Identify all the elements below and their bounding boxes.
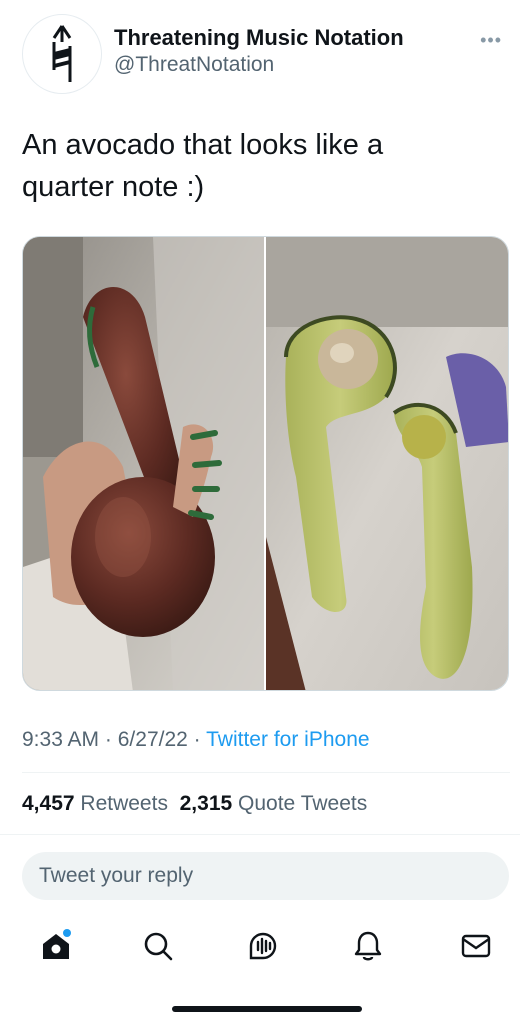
tweet-metadata: 9:33 AM · 6/27/22 · Twitter for iPhone xyxy=(22,726,370,754)
messages-icon[interactable] xyxy=(456,926,496,966)
meta-separator: · xyxy=(104,728,112,751)
natural-sign-logo-icon xyxy=(52,25,72,82)
tweet-media[interactable] xyxy=(22,236,509,691)
tweet-stats: 4,457 Retweets 2,315 Quote Tweets xyxy=(22,790,367,818)
avocado-whole-photo[interactable] xyxy=(23,237,264,690)
avatar[interactable] xyxy=(22,14,102,94)
divider xyxy=(22,772,510,773)
retweets-label: Retweets xyxy=(80,792,168,815)
meta-separator: · xyxy=(193,728,201,751)
retweets-count: 4,457 xyxy=(22,792,75,815)
notification-dot xyxy=(63,929,71,937)
notifications-icon[interactable] xyxy=(348,926,388,966)
avocado-halved-photo[interactable] xyxy=(266,237,508,690)
divider xyxy=(0,834,520,835)
display-name[interactable]: Threatening Music Notation xyxy=(114,24,404,52)
spaces-icon[interactable] xyxy=(243,926,283,966)
home-indicator xyxy=(172,1006,362,1012)
more-options-icon[interactable]: ••• xyxy=(480,30,502,51)
quote-tweets-count: 2,315 xyxy=(179,792,233,815)
quote-tweets-stat[interactable]: 2,315 Quote Tweets xyxy=(180,792,368,815)
home-icon[interactable] xyxy=(36,926,76,966)
tweet-date[interactable]: 6/27/22 xyxy=(118,728,188,751)
tweet-header: Threatening Music Notation @ThreatNotati… xyxy=(22,12,502,94)
username-handle[interactable]: @ThreatNotation xyxy=(114,52,404,78)
search-icon[interactable] xyxy=(138,926,178,966)
bottom-nav xyxy=(0,916,520,976)
tweet-source-link[interactable]: Twitter for iPhone xyxy=(206,728,369,751)
tweet-time[interactable]: 9:33 AM xyxy=(22,728,99,751)
reply-input[interactable]: Tweet your reply xyxy=(22,852,509,900)
tweet-text: An avocado that looks like a quarter not… xyxy=(22,129,384,203)
retweets-stat[interactable]: 4,457 Retweets xyxy=(22,792,168,815)
quote-tweets-label: Quote Tweets xyxy=(238,792,368,815)
tweet-author[interactable]: Threatening Music Notation @ThreatNotati… xyxy=(114,24,404,78)
